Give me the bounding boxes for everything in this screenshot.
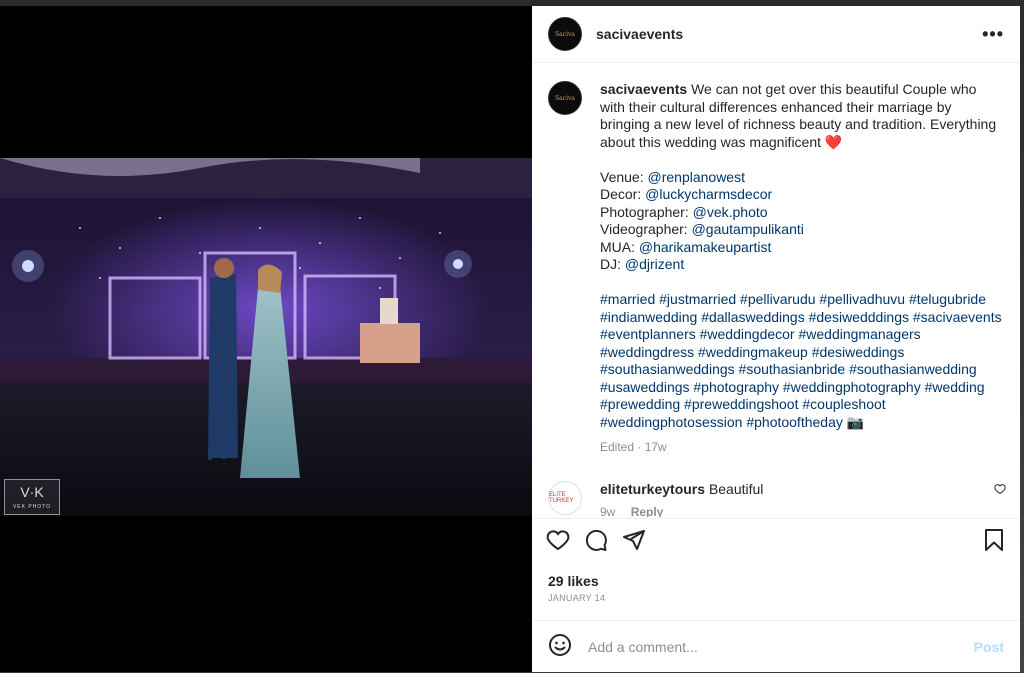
author-avatar[interactable]: Saciva bbox=[548, 17, 582, 51]
post-header: Saciva sacivaevents ••• bbox=[532, 6, 1020, 63]
comment-like-heart-icon[interactable] bbox=[994, 483, 1006, 495]
bookmark-icon[interactable] bbox=[982, 528, 1006, 552]
comment-age: 9w bbox=[600, 504, 616, 518]
credit-handle[interactable]: @luckycharmsdecor bbox=[645, 186, 772, 202]
comment-item: ELITE TURKEY eliteturkeytours Beautiful … bbox=[532, 457, 1020, 518]
caption-meta: Edited · 17w bbox=[600, 440, 667, 454]
hashtags[interactable]: #married #justmarried #pellivarudu #pell… bbox=[600, 291, 1004, 431]
caption: Saciva sacivaevents We can not get over … bbox=[532, 63, 1020, 457]
credit-handle[interactable]: @harikamakeupartist bbox=[639, 239, 772, 255]
credit-line: MUA: @harikamakeupartist bbox=[600, 238, 772, 255]
comment-text: Beautiful bbox=[708, 480, 764, 497]
commenter-avatar[interactable]: ELITE TURKEY bbox=[548, 480, 582, 515]
post-photo bbox=[0, 158, 532, 516]
credit-handle[interactable]: @renplanowest bbox=[648, 169, 746, 185]
action-bar bbox=[532, 518, 1020, 561]
credit-handle[interactable]: @djrizent bbox=[625, 256, 684, 272]
credit-handle[interactable]: @vek.photo bbox=[693, 204, 768, 220]
credit-line: DJ: @djrizent bbox=[600, 256, 685, 272]
credits-list: Venue: @renplanowest Decor: @luckycharms… bbox=[600, 169, 1004, 274]
credit-handle[interactable]: @gautampulikanti bbox=[692, 221, 804, 237]
comment-meta: 9w Reply bbox=[600, 505, 763, 518]
post-comment-button[interactable]: Post bbox=[974, 639, 1004, 655]
smiley-icon[interactable] bbox=[548, 633, 572, 662]
credit-line: Venue: @renplanowest bbox=[600, 168, 746, 185]
caption-author-avatar[interactable]: Saciva bbox=[548, 81, 582, 115]
post-date[interactable]: JANUARY 14 bbox=[548, 593, 605, 603]
commenter-username[interactable]: eliteturkeytours bbox=[600, 481, 705, 497]
comment-body: eliteturkeytours Beautiful 9w Reply bbox=[600, 481, 763, 518]
comments-scroll-area[interactable]: Saciva sacivaevents We can not get over … bbox=[532, 63, 1020, 517]
likes-count[interactable]: 29 likes bbox=[548, 573, 599, 589]
add-comment-bar: Post bbox=[532, 620, 1020, 673]
comment-bubble-icon[interactable] bbox=[584, 528, 608, 552]
reply-button[interactable]: Reply bbox=[631, 505, 664, 518]
heart-icon[interactable] bbox=[546, 528, 570, 552]
photographer-watermark: V·K VEK PHOTO bbox=[4, 479, 60, 515]
author-username[interactable]: sacivaevents bbox=[596, 26, 683, 42]
credit-line: Photographer: @vek.photo bbox=[600, 203, 768, 220]
send-icon[interactable] bbox=[622, 528, 646, 552]
post-side-panel: Saciva sacivaevents ••• Saciva sacivaeve… bbox=[532, 6, 1020, 672]
post-modal: V·K VEK PHOTO Saciva sacivaevents ••• Sa… bbox=[0, 6, 1020, 672]
add-comment-input[interactable] bbox=[586, 638, 974, 656]
credit-line: Videographer: @gautampulikanti bbox=[600, 221, 804, 237]
red-heart-emoji: ❤️ bbox=[824, 133, 843, 150]
post-media[interactable]: V·K VEK PHOTO bbox=[0, 6, 532, 672]
more-dots-icon[interactable]: ••• bbox=[982, 24, 1004, 45]
caption-author[interactable]: sacivaevents bbox=[600, 81, 687, 97]
caption-body: sacivaevents We can not get over this be… bbox=[600, 81, 1004, 457]
credit-line: Decor: @luckycharmsdecor bbox=[600, 186, 773, 202]
